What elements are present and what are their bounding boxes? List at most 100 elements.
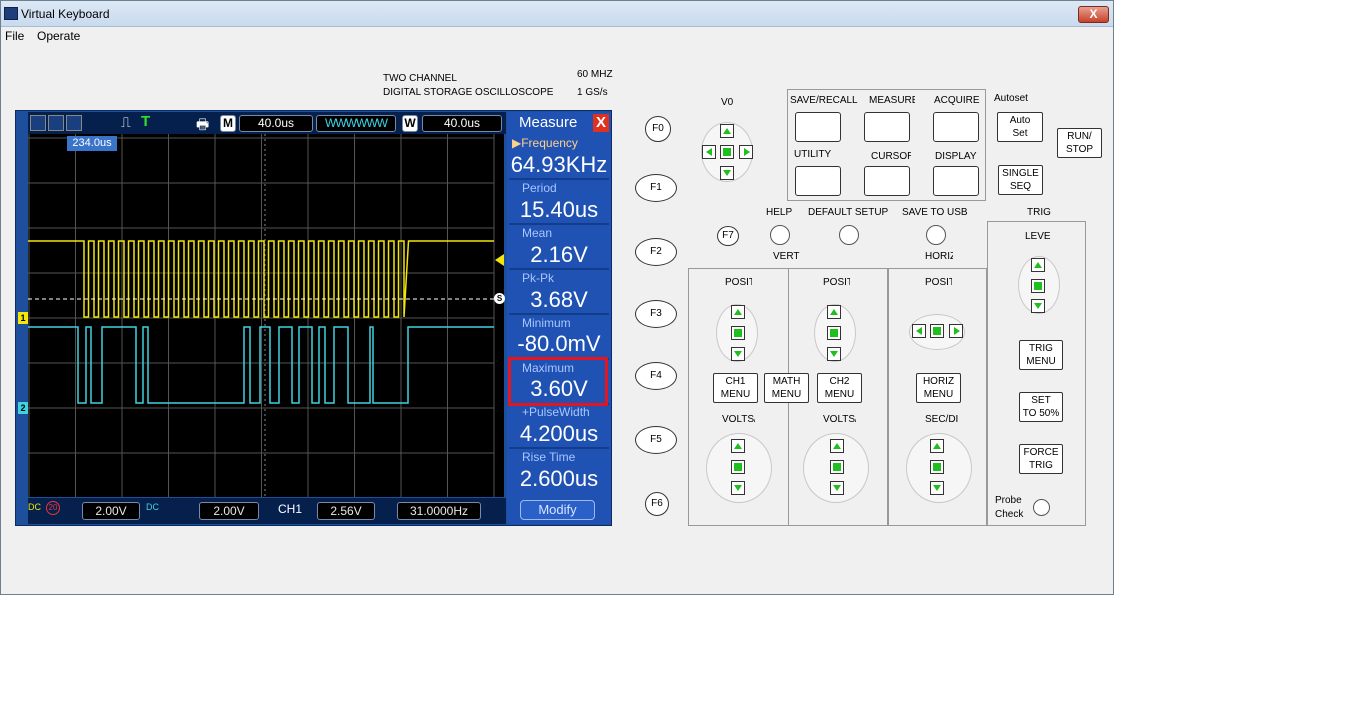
ch2-position-center[interactable]: [827, 326, 841, 340]
f1-button[interactable]: F1: [635, 174, 677, 202]
waveform-screen[interactable]: [28, 134, 504, 497]
ch2-position-up[interactable]: [827, 305, 841, 319]
run-stop-button[interactable]: RUN/STOP: [1057, 128, 1102, 158]
cursor-label: CURSOR: [871, 151, 911, 162]
ch1-volts-down[interactable]: [731, 481, 745, 495]
horiz-position-right[interactable]: [949, 324, 963, 338]
modify-button[interactable]: Modify: [520, 500, 595, 520]
trigger-level-arrow[interactable]: [495, 254, 504, 266]
window-title: Virtual Keyboard: [21, 7, 110, 21]
set-50-button[interactable]: SET TO 50%: [1019, 392, 1063, 422]
ch1-position-down[interactable]: [731, 347, 745, 361]
header-spec1: 60 MHZ: [577, 69, 613, 80]
s-marker: S: [494, 293, 505, 304]
ch1-menu-line2: MENU: [720, 389, 751, 400]
menu-operate[interactable]: Operate: [37, 29, 80, 43]
math-icon[interactable]: [66, 115, 82, 131]
ch1-position-center[interactable]: [731, 326, 745, 340]
ch1-menu-button[interactable]: CH1 MENU: [713, 373, 758, 403]
sec-div-down[interactable]: [930, 481, 944, 495]
run-stop-line2: STOP: [1065, 144, 1094, 155]
v0-down-arrow[interactable]: [720, 166, 734, 180]
sec-div-center[interactable]: [930, 460, 944, 474]
measure-value-4: -80.0mV: [517, 331, 601, 356]
ch2-volts-center[interactable]: [830, 460, 844, 474]
trig-level-center[interactable]: [1031, 279, 1045, 293]
f0-button[interactable]: F0: [645, 116, 671, 142]
utility-button[interactable]: [795, 166, 841, 196]
acquire-button[interactable]: [933, 112, 979, 142]
f5-button[interactable]: F5: [635, 426, 677, 454]
measure-value-1: 15.40us: [519, 197, 599, 222]
frequency-counter: 31.0000Hz: [397, 502, 481, 520]
ch2-marker[interactable]: 2: [18, 402, 28, 414]
measure-value-2: 2.16V: [530, 242, 588, 267]
save-recall-button[interactable]: [795, 112, 841, 142]
menu-file[interactable]: File: [5, 29, 24, 43]
trig-level-up[interactable]: [1031, 258, 1045, 272]
window-close-button[interactable]: X: [1078, 6, 1109, 23]
measure-close-button[interactable]: X: [593, 114, 609, 132]
trig-menu-button[interactable]: TRIG MENU: [1019, 340, 1063, 370]
ch2-volts-down[interactable]: [830, 481, 844, 495]
time-display-1: 40.0us: [239, 115, 313, 132]
v0-up-arrow[interactable]: [720, 124, 734, 138]
v0-left-arrow[interactable]: [702, 145, 716, 159]
sec-div-label: SEC/DIV: [925, 414, 958, 425]
help-button[interactable]: [770, 225, 790, 245]
app-icon: [4, 7, 18, 20]
m-label: M: [220, 115, 236, 132]
ch1-menu-line1: CH1: [725, 376, 746, 387]
ch2-volts-display: 2.00V: [199, 502, 259, 520]
ch2-menu-button[interactable]: CH2 MENU: [817, 373, 862, 403]
measure-label-7: Rise Time: [522, 450, 576, 464]
f3-button[interactable]: F3: [635, 300, 677, 328]
ch1-wave-icon[interactable]: [30, 115, 46, 131]
ch1-volts-center[interactable]: [731, 460, 745, 474]
w-label: W: [402, 115, 418, 132]
trig-level-down[interactable]: [1031, 299, 1045, 313]
horiz-position-left[interactable]: [912, 324, 926, 338]
ch1-volts-label: VOLTS/DIV: [722, 414, 755, 425]
math-menu-button[interactable]: MATH MENU: [764, 373, 809, 403]
measure-label-3: Pk-Pk: [522, 271, 555, 285]
default-setup-button[interactable]: [839, 225, 859, 245]
horiz-position-center[interactable]: [930, 324, 944, 338]
trigger-icon: T: [141, 113, 151, 130]
menu-bar: File Operate: [1, 27, 1113, 45]
auto-set-button[interactable]: Auto Set: [997, 112, 1043, 142]
save-to-usb-button[interactable]: [926, 225, 946, 245]
horiz-menu-line1: HORIZ: [922, 376, 955, 387]
f7-button[interactable]: F7: [717, 226, 739, 246]
measure-label-6: +PulseWidth: [522, 405, 590, 419]
measure-label-2: Mean: [522, 226, 553, 240]
measure-button[interactable]: [864, 112, 910, 142]
f6-button[interactable]: F6: [645, 492, 669, 516]
ch2-wave-icon[interactable]: [48, 115, 64, 131]
wave-thumbnail: WWWWWW: [316, 115, 396, 132]
ch1-marker[interactable]: 1: [18, 312, 28, 324]
save-recall-label: SAVE/RECALL: [790, 95, 858, 106]
measure-separator: [509, 447, 609, 449]
display-button[interactable]: [933, 166, 979, 196]
cursor-button[interactable]: [864, 166, 910, 196]
sec-div-up[interactable]: [930, 439, 944, 453]
f4-button[interactable]: F4: [635, 362, 677, 390]
horiz-menu-button[interactable]: HORIZ MENU: [916, 373, 961, 403]
ch1-volts-up[interactable]: [731, 439, 745, 453]
v0-right-arrow[interactable]: [739, 145, 753, 159]
v0-center-button[interactable]: [720, 145, 734, 159]
horiz-position-label: POSITION: [925, 277, 952, 288]
probe-check-button[interactable]: [1033, 499, 1050, 516]
header-spec2: 1 GS/s: [577, 87, 608, 98]
ch1-position-up[interactable]: [731, 305, 745, 319]
f2-button[interactable]: F2: [635, 238, 677, 266]
measure-separator: [509, 268, 609, 270]
ch2-position-down[interactable]: [827, 347, 841, 361]
force-trig-button[interactable]: FORCE TRIG: [1019, 444, 1063, 474]
ch2-volts-up[interactable]: [830, 439, 844, 453]
math-menu-line2: MENU: [771, 389, 802, 400]
default-setup-label: DEFAULT SETUP: [808, 207, 889, 218]
measure-label-1: Period: [522, 181, 557, 195]
single-seq-button[interactable]: SINGLE SEQ: [998, 165, 1043, 195]
